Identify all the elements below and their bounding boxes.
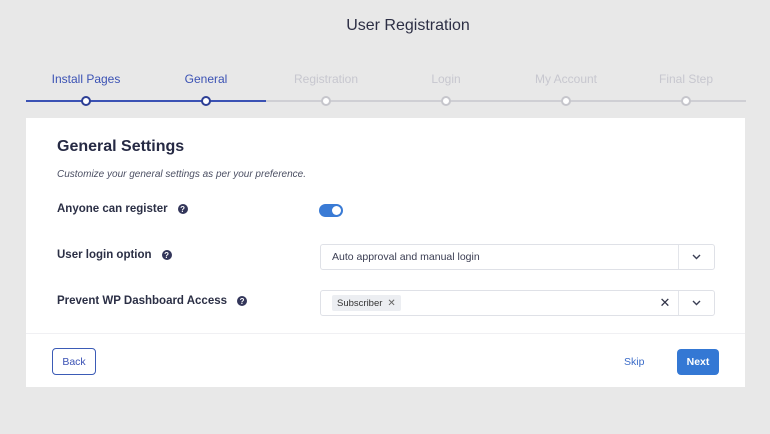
chevron-down-icon[interactable]	[678, 291, 714, 315]
anyone-can-register-label: Anyone can register	[57, 203, 168, 215]
step-dot-general	[201, 96, 211, 106]
question-circle-icon[interactable]: ?	[237, 296, 248, 306]
user-login-option-value: Auto approval and manual login	[332, 251, 480, 263]
prevent-dashboard-row: Prevent WP Dashboard Access ?	[57, 295, 248, 307]
progress-track-remaining	[266, 100, 746, 102]
step-dot-final-step	[681, 96, 691, 106]
prevent-dashboard-multiselect[interactable]: Subscriber ✕ ✕	[320, 290, 715, 316]
question-circle-icon[interactable]: ?	[161, 250, 172, 260]
anyone-can-register-row: Anyone can register ?	[57, 203, 188, 215]
step-my-account[interactable]: My Account	[506, 72, 626, 86]
prevent-dashboard-label: Prevent WP Dashboard Access	[57, 295, 228, 307]
progress-track-completed	[26, 100, 266, 102]
step-dot-login	[441, 96, 451, 106]
section-heading: General Settings	[57, 138, 185, 155]
progress-stepper: Install Pages General Registration Login…	[26, 72, 746, 108]
user-login-option-row: User login option ?	[57, 249, 172, 261]
step-dot-my-account	[561, 96, 571, 106]
step-dot-registration	[321, 96, 331, 106]
user-login-option-select[interactable]: Auto approval and manual login	[320, 244, 715, 270]
page-title: User Registration	[346, 17, 470, 34]
step-general[interactable]: General	[146, 72, 266, 86]
question-circle-icon[interactable]: ?	[177, 204, 188, 214]
step-install-pages[interactable]: Install Pages	[26, 72, 146, 86]
clear-selection-icon[interactable]: ✕	[652, 291, 678, 315]
step-registration[interactable]: Registration	[266, 72, 386, 86]
footer-divider	[26, 333, 745, 334]
next-button[interactable]: Next	[677, 349, 719, 375]
settings-card: General Settings Customize your general …	[26, 118, 745, 387]
role-tag: Subscriber ✕	[332, 295, 401, 311]
user-login-option-label: User login option	[57, 249, 152, 261]
back-button[interactable]: Back	[52, 348, 96, 375]
step-login[interactable]: Login	[386, 72, 506, 86]
toggle-knob	[332, 206, 341, 215]
section-subtitle: Customize your general settings as per y…	[57, 169, 307, 180]
anyone-can-register-toggle[interactable]	[319, 204, 343, 217]
skip-button[interactable]: Skip	[624, 356, 644, 368]
close-icon[interactable]: ✕	[387, 298, 395, 309]
role-tag-label: Subscriber	[337, 297, 383, 309]
step-dot-install-pages	[81, 96, 91, 106]
step-final-step[interactable]: Final Step	[626, 72, 746, 86]
chevron-down-icon[interactable]	[678, 245, 714, 269]
